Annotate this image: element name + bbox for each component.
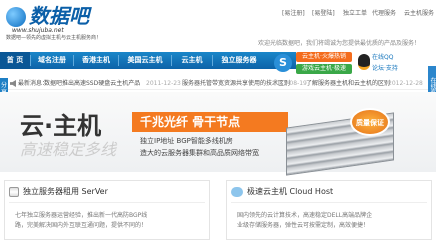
login-link[interactable]: [易登陆] bbox=[312, 10, 335, 18]
card-text: 业级存储服务器，弹性云可按需定制，高效便捷！ bbox=[237, 222, 370, 229]
card-divider bbox=[231, 202, 427, 203]
logo-domain: www.shujuba.net bbox=[12, 27, 64, 34]
nav-item-home[interactable]: 首 页 bbox=[0, 52, 30, 69]
cloud-icon bbox=[231, 187, 243, 197]
register-link[interactable]: [易注册] bbox=[282, 10, 305, 18]
page: 数据吧 www.shujuba.net 数据吧—领先的虚拟主机与云主机服务商！ … bbox=[0, 0, 436, 240]
game-cloud-button[interactable]: 游戏云主机·极速 bbox=[296, 64, 352, 74]
nav-item-cloud[interactable]: 云主机 bbox=[172, 52, 212, 69]
news-date: 2012-08-19 bbox=[272, 80, 307, 87]
news-date: 2012-12-28 bbox=[388, 80, 423, 87]
logo-cn: 数据吧 bbox=[29, 4, 89, 28]
card-text: 路，完美解决国内外互联互通问题，提供不同的！ bbox=[15, 222, 148, 229]
qq-label[interactable]: 在线QQ bbox=[372, 54, 393, 62]
card-text: 七年独立服务器运营经验，推出新一代高防BGP线 bbox=[15, 212, 148, 219]
seal-label: 质量保证 bbox=[356, 119, 384, 127]
card-text: 国内领先的云计算技术，高速稳定DELL高端品牌企 bbox=[237, 212, 373, 219]
news-item[interactable]: 数据吧推出高速SSD硬盘云主机产品 bbox=[44, 80, 140, 88]
speaker-icon bbox=[10, 80, 16, 87]
nav-item-dedicated[interactable]: 独立服务器 bbox=[213, 52, 265, 69]
promo-banner[interactable]: 云·主机 高速稳定多线 千兆光纤 骨干节点 独立IP地址 BGP智能多线机房 造… bbox=[0, 92, 436, 176]
cloud-service-link[interactable]: 云主机服务 bbox=[404, 10, 434, 18]
banner-line: 独立IP地址 BGP智能多线机房 bbox=[140, 137, 233, 145]
nav-item-hk-host[interactable]: 香港主机 bbox=[74, 52, 118, 69]
support-label[interactable]: 论坛·支持 bbox=[372, 65, 398, 73]
banner-line: 造大的云服务器集群和高品质网络带宽 bbox=[140, 149, 259, 157]
nav-item-us-cloud[interactable]: 美国云主机 bbox=[119, 52, 171, 69]
ticket-link[interactable]: 独立工单 bbox=[343, 10, 367, 18]
main-nav: 首 页 域名注册 香港主机 美国云主机 云主机 独立服务器 bbox=[0, 52, 296, 69]
cloud-host-card[interactable]: 极速云主机 Cloud Host 国内领先的云计算技术，高速稳定DELL高端品牌… bbox=[226, 180, 432, 240]
news-date: 2011-12-23 bbox=[146, 80, 181, 87]
s-icon[interactable]: S bbox=[274, 54, 292, 72]
cloud-hot-button[interactable]: 云主机·火爆热销 bbox=[296, 52, 352, 62]
agent-link[interactable]: 代理服务 bbox=[372, 10, 396, 18]
right-panel: S 云主机·火爆热销 游戏云主机·极速 在线QQ 论坛·支持 bbox=[274, 52, 424, 76]
card-divider bbox=[9, 202, 205, 203]
news-item[interactable]: 了解服务器主机和云主机的区别 bbox=[306, 80, 390, 88]
banner-bar-title: 千兆光纤 骨干节点 bbox=[140, 115, 241, 129]
top-links: [易注册] [易登陆] 独立工单 代理服务 云主机服务 bbox=[270, 10, 436, 18]
server-icon bbox=[9, 187, 19, 197]
welcome-text: 欢迎光临数据吧，我们将竭诚为您提供最优质的产品及服务！ bbox=[258, 40, 421, 47]
banner-title: 云·主机 bbox=[20, 112, 102, 140]
qq-icon[interactable] bbox=[358, 54, 370, 70]
nav-item-domain[interactable]: 域名注册 bbox=[31, 52, 73, 69]
logo-globe-icon bbox=[6, 7, 26, 27]
quality-seal: 质量保证 bbox=[350, 108, 390, 136]
dedicated-server-card[interactable]: 独立服务器租用 SerVer 七年独立服务器运营经验，推出新一代高防BGP线 路… bbox=[4, 180, 210, 240]
card-title: 独立服务器租用 SerVer bbox=[23, 187, 108, 196]
logo-slogan: 数据吧—领先的虚拟主机与云主机服务商！ bbox=[6, 35, 102, 41]
banner-subtitle: 高速稳定多线 bbox=[20, 140, 117, 159]
logo[interactable]: 数据吧 www.shujuba.net 数据吧—领先的虚拟主机与云主机服务商！ bbox=[6, 4, 156, 42]
news-ticker: 最新消息： 数据吧推出高速SSD硬盘云主机产品 2011-12-23 服务器托管… bbox=[8, 78, 428, 90]
card-title: 极速云主机 Cloud Host bbox=[247, 187, 334, 196]
